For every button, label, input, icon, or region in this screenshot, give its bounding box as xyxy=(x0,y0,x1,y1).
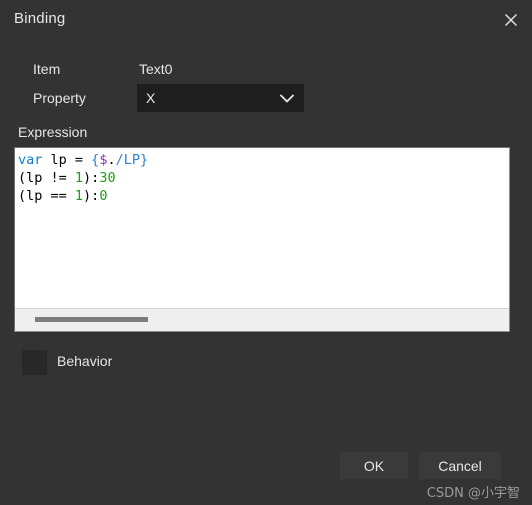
dialog-titlebar: Binding xyxy=(0,0,532,40)
watermark: CSDN @小宇智 xyxy=(426,486,520,501)
code-token: 1 xyxy=(74,170,84,186)
cancel-button[interactable]: Cancel xyxy=(419,452,501,479)
item-value: Text0 xyxy=(139,61,173,77)
code-token: ): xyxy=(83,170,100,186)
code-token: (lp == xyxy=(18,188,75,204)
expression-label: Expression xyxy=(18,124,88,140)
code-token: 0 xyxy=(99,188,108,204)
editor-horizontal-scrollbar[interactable] xyxy=(15,308,509,331)
behavior-label: Behavior xyxy=(57,353,113,369)
code-token: var xyxy=(18,152,43,168)
code-token: 1 xyxy=(74,188,84,204)
behavior-swatch[interactable] xyxy=(22,350,47,375)
expression-editor[interactable]: var lp = {$./LP} (lp != 1):30 (lp == 1):… xyxy=(14,147,510,332)
chevron-down-icon xyxy=(280,94,294,103)
close-icon[interactable] xyxy=(494,4,528,36)
binding-dialog: Binding Item Text0 Property X Expression… xyxy=(0,0,532,505)
code-token: } xyxy=(139,152,149,168)
code-token: 30 xyxy=(99,170,116,186)
property-dropdown-value: X xyxy=(146,90,156,106)
code-token: lp = xyxy=(42,152,92,168)
code-token: /LP xyxy=(115,152,140,168)
code-token: ): xyxy=(83,188,100,204)
property-label: Property xyxy=(33,90,86,106)
item-label: Item xyxy=(33,61,61,77)
code-token: . xyxy=(107,152,116,168)
ok-button[interactable]: OK xyxy=(340,452,408,479)
dialog-title: Binding xyxy=(14,10,66,27)
editor-scrollbar-thumb[interactable] xyxy=(35,317,148,322)
expression-code[interactable]: var lp = {$./LP} (lp != 1):30 (lp == 1):… xyxy=(18,151,509,307)
property-dropdown[interactable]: X xyxy=(137,84,304,112)
code-token: (lp != xyxy=(18,170,75,186)
